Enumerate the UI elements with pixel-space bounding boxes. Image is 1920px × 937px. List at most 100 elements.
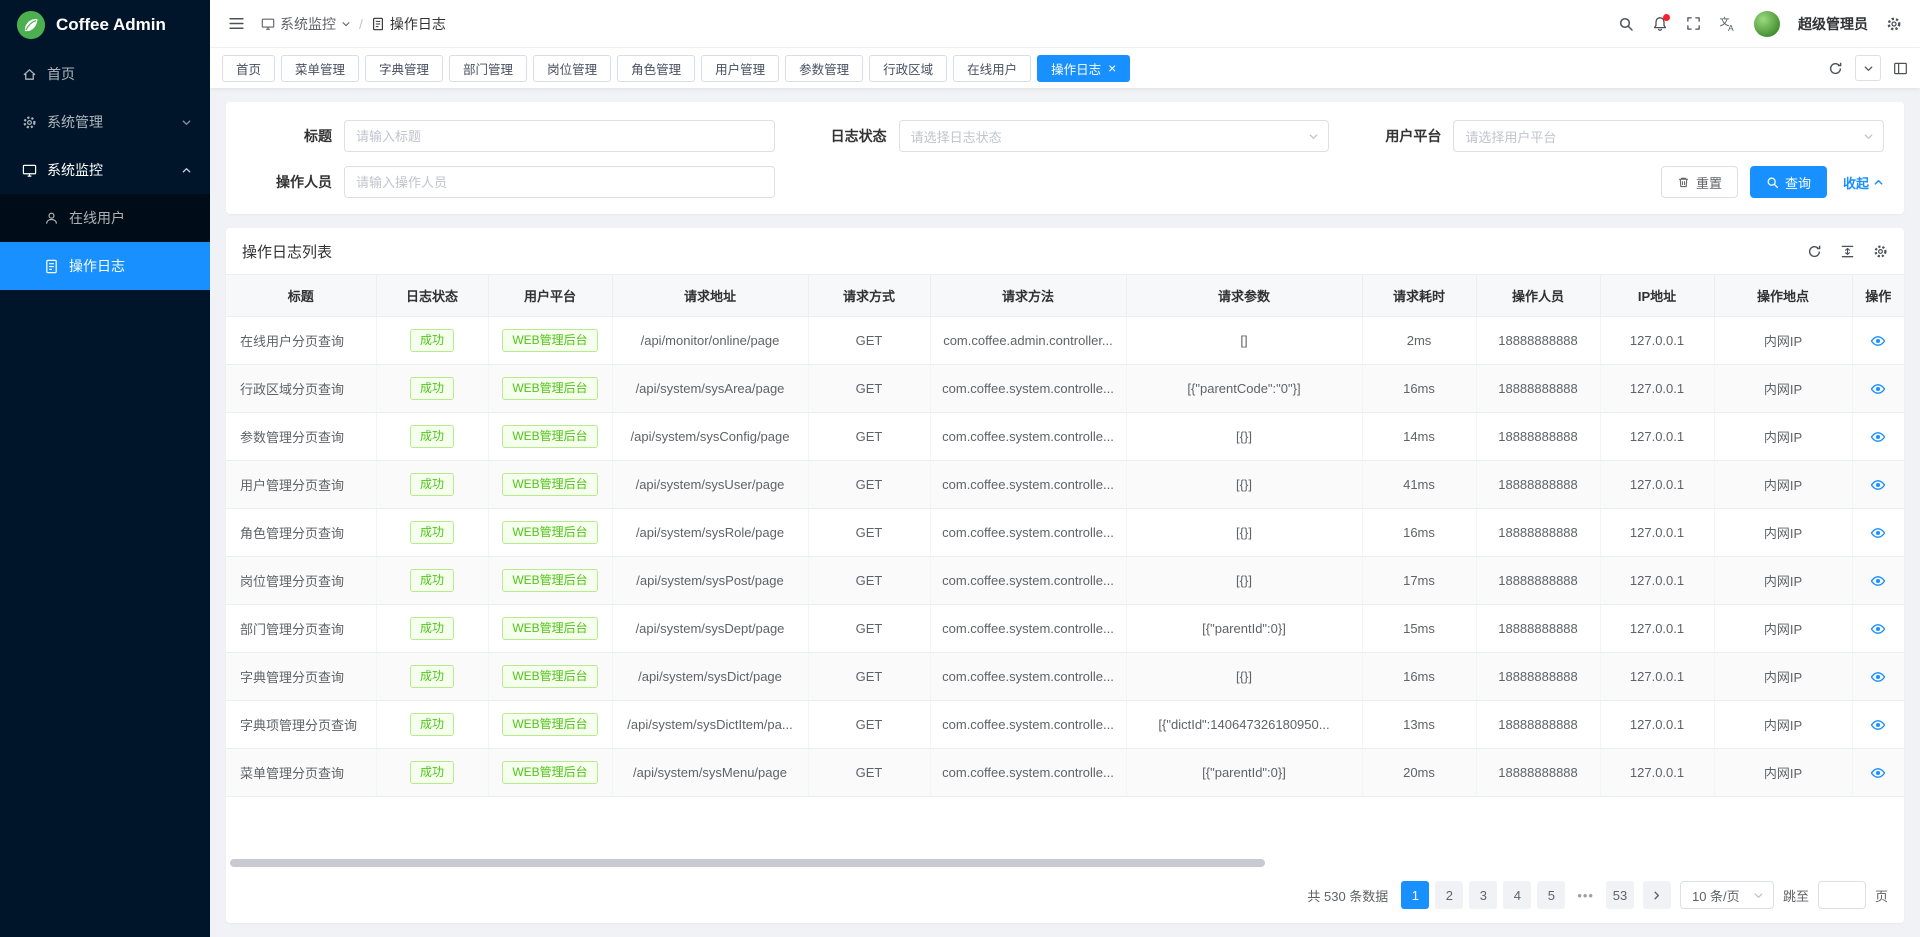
column-header-url: 请求地址	[612, 275, 808, 317]
cell-method: GET	[808, 701, 930, 749]
operator-input[interactable]	[344, 166, 775, 198]
tab-label: 用户管理	[715, 59, 765, 78]
jump-page-input[interactable]	[1818, 881, 1866, 909]
settings-gear-icon[interactable]	[1886, 16, 1902, 32]
cell-params: [{}]	[1126, 557, 1362, 605]
cell-url: /api/system/sysConfig/page	[612, 413, 808, 461]
log-status-select[interactable]: 请选择日志状态	[899, 120, 1330, 152]
cell-url: /api/system/sysMenu/page	[612, 749, 808, 797]
collapse-toggle[interactable]: 收起	[1843, 173, 1884, 192]
table-body: 在线用户分页查询成功WEB管理后台/api/monitor/online/pag…	[226, 317, 1904, 797]
cell-platform: WEB管理后台	[488, 701, 612, 749]
density-icon[interactable]	[1840, 244, 1855, 259]
view-detail-eye-icon[interactable]	[1870, 477, 1886, 493]
cell-duration: 14ms	[1362, 413, 1476, 461]
page-button[interactable]: 1	[1401, 881, 1429, 909]
page-button[interactable]: 3	[1469, 881, 1497, 909]
pagination-ellipsis[interactable]: •••	[1571, 881, 1600, 909]
view-detail-eye-icon[interactable]	[1870, 381, 1886, 397]
tab-item[interactable]: 字典管理	[365, 55, 443, 82]
app-logo[interactable]: Coffee Admin	[0, 0, 210, 50]
search-button[interactable]: 查询	[1750, 166, 1827, 198]
column-header-operator: 操作人员	[1476, 275, 1600, 317]
cell-ip: 127.0.0.1	[1600, 605, 1714, 653]
view-detail-eye-icon[interactable]	[1870, 717, 1886, 733]
column-header-handler: 请求方法	[930, 275, 1126, 317]
cell-duration: 20ms	[1362, 749, 1476, 797]
tab-options-dropdown[interactable]	[1855, 55, 1881, 81]
tab-item[interactable]: 部门管理	[449, 55, 527, 82]
cell-action	[1852, 365, 1904, 413]
topbar-actions: 文A 超级管理员	[1618, 11, 1902, 37]
breadcrumb-item-system-monitor[interactable]: 系统监控	[261, 14, 351, 34]
avatar[interactable]	[1754, 11, 1780, 37]
sidebar-item-system-monitor[interactable]: 系统监控	[0, 146, 210, 194]
tab-item[interactable]: 操作日志×	[1037, 55, 1130, 82]
table-row: 部门管理分页查询成功WEB管理后台/api/system/sysDept/pag…	[226, 605, 1904, 653]
chevron-up-icon	[181, 165, 192, 176]
view-detail-eye-icon[interactable]	[1870, 333, 1886, 349]
view-detail-eye-icon[interactable]	[1870, 765, 1886, 781]
cell-platform: WEB管理后台	[488, 749, 612, 797]
cell-method: GET	[808, 557, 930, 605]
refresh-icon[interactable]	[1807, 244, 1822, 259]
search-icon[interactable]	[1618, 16, 1634, 32]
layout-icon[interactable]	[1893, 61, 1908, 76]
cell-action	[1852, 701, 1904, 749]
sidebar-item-system-management[interactable]: 系统管理	[0, 98, 210, 146]
tab-bar-tabs: 首页菜单管理字典管理部门管理岗位管理 角色管理 用户管理 参数管理行政区域在线用户操作…	[222, 55, 1818, 82]
cell-duration: 16ms	[1362, 509, 1476, 557]
sidebar-collapse-icon[interactable]	[228, 15, 245, 32]
cell-operator: 18888888888	[1476, 557, 1600, 605]
view-detail-eye-icon[interactable]	[1870, 573, 1886, 589]
username[interactable]: 超级管理员	[1798, 14, 1868, 34]
sidebar-item-home[interactable]: 首页	[0, 50, 210, 98]
user-platform-label: 用户平台	[1355, 126, 1441, 146]
view-detail-eye-icon[interactable]	[1870, 621, 1886, 637]
tab-item[interactable]: 岗位管理	[533, 55, 611, 82]
column-settings-gear-icon[interactable]	[1873, 244, 1888, 259]
cell-method: GET	[808, 461, 930, 509]
horizontal-scrollbar[interactable]	[230, 857, 1900, 869]
filter-field-user-platform: 用户平台 请选择用户平台	[1355, 120, 1884, 152]
fullscreen-icon[interactable]	[1686, 16, 1701, 31]
cell-title: 岗位管理分页查询	[226, 557, 376, 605]
reset-button[interactable]: 重置	[1661, 166, 1738, 198]
user-platform-select[interactable]: 请选择用户平台	[1453, 120, 1884, 152]
tab-item[interactable]: 行政区域	[869, 55, 947, 82]
tab-item[interactable]: 在线用户	[953, 55, 1031, 82]
title-input[interactable]	[344, 120, 775, 152]
cell-location: 内网IP	[1714, 653, 1852, 701]
page-size-select[interactable]: 10 条/页	[1680, 881, 1774, 909]
sidebar-item-online-users[interactable]: 在线用户	[0, 194, 210, 242]
sidebar-item-operation-log[interactable]: 操作日志	[0, 242, 210, 290]
platform-tag: WEB管理后台	[502, 761, 597, 784]
tab-item[interactable]: 参数管理	[785, 55, 863, 82]
translate-icon[interactable]: 文A	[1719, 15, 1736, 32]
page-button[interactable]: 53	[1606, 881, 1634, 909]
refresh-icon[interactable]	[1828, 61, 1843, 76]
page-button[interactable]: 5	[1537, 881, 1565, 909]
view-detail-eye-icon[interactable]	[1870, 525, 1886, 541]
view-detail-eye-icon[interactable]	[1870, 429, 1886, 445]
page-button[interactable]: 2	[1435, 881, 1463, 909]
cell-location: 内网IP	[1714, 317, 1852, 365]
scrollbar-thumb[interactable]	[230, 859, 1265, 867]
tab-item[interactable]: 菜单管理	[281, 55, 359, 82]
tab-item[interactable]: 用户管理	[701, 55, 779, 82]
status-tag: 成功	[410, 761, 454, 784]
bell-icon[interactable]	[1652, 16, 1668, 32]
table-row: 岗位管理分页查询成功WEB管理后台/api/system/sysPost/pag…	[226, 557, 1904, 605]
next-page-button[interactable]	[1643, 881, 1671, 909]
tab-label: 角色管理	[631, 59, 681, 78]
close-icon[interactable]: ×	[1108, 61, 1116, 75]
platform-tag: WEB管理后台	[502, 425, 597, 448]
view-detail-eye-icon[interactable]	[1870, 669, 1886, 685]
gear-icon	[22, 115, 37, 130]
tab-item[interactable]: 首页	[222, 55, 275, 82]
page-button[interactable]: 4	[1503, 881, 1531, 909]
trash-icon	[1677, 176, 1690, 189]
tab-item[interactable]: 角色管理	[617, 55, 695, 82]
cell-params: [{"parentCode":"0"}]	[1126, 365, 1362, 413]
cell-operator: 18888888888	[1476, 605, 1600, 653]
